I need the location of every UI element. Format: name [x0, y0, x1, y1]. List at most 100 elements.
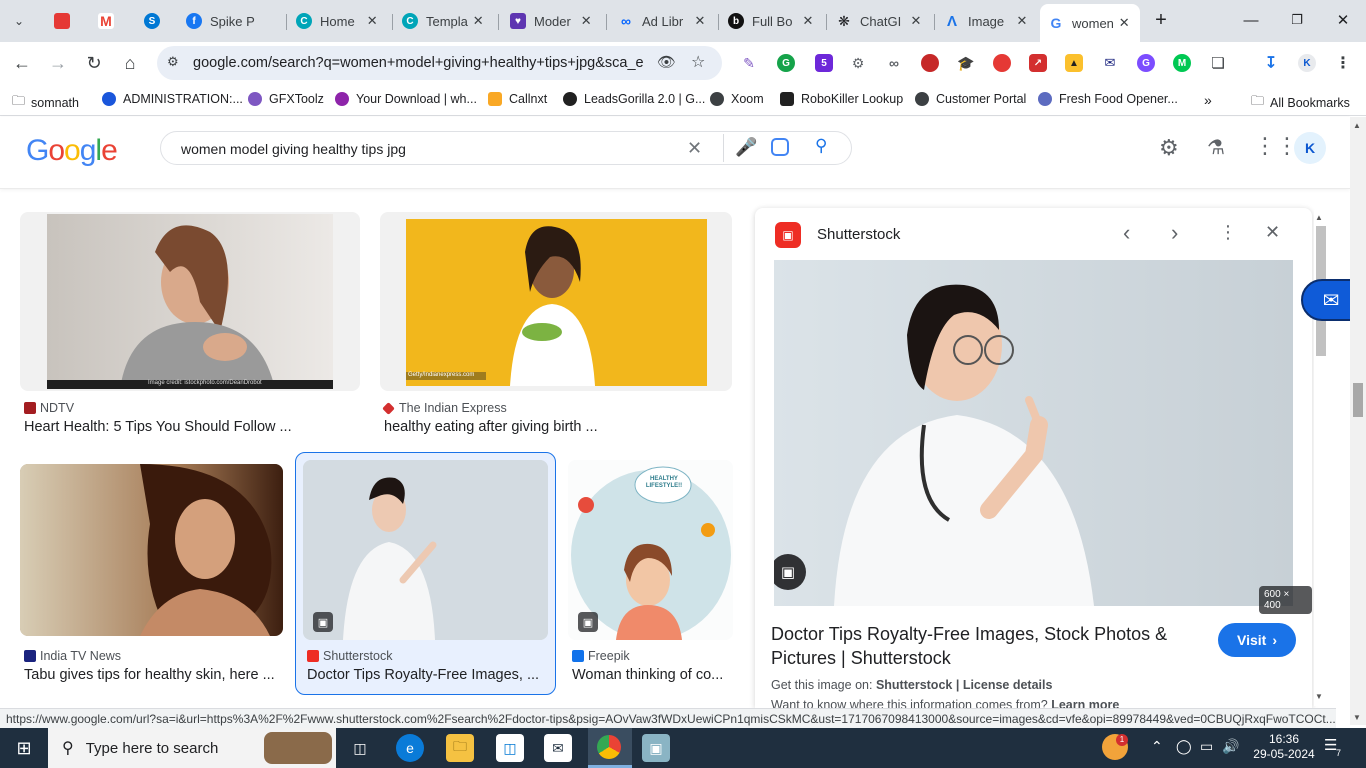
bookmark-item[interactable]: Your Download | wh... [335, 92, 477, 106]
puzzle-icon[interactable]: ❏ [1209, 54, 1227, 72]
restore-button[interactable]: ❐ [1274, 0, 1320, 40]
edge-taskbar-icon[interactable]: e [396, 734, 424, 762]
tab-full-body[interactable]: b Full Bo ✕ [720, 6, 824, 36]
result-source[interactable]: The Indian Express [382, 401, 507, 415]
panel-title[interactable]: Doctor Tips Royalty-Free Images, Stock P… [771, 622, 1191, 670]
bookmarks-overflow[interactable]: » [1204, 92, 1212, 108]
result-thumbnail[interactable]: ▣ [303, 460, 548, 640]
clear-search-icon[interactable]: ✕ [687, 138, 702, 159]
previous-result-button[interactable]: ‹ [1123, 220, 1130, 246]
show-hidden-icons-chevron[interactable]: ⌃ [1151, 738, 1163, 755]
result-title[interactable]: Woman thinking of co... [572, 667, 727, 683]
panel-source[interactable]: Shutterstock [817, 226, 900, 243]
home-button[interactable]: ⌂ [118, 51, 142, 75]
close-window-button[interactable]: ✕ [1320, 0, 1366, 40]
ruler-extension-icon[interactable]: ↗ [1029, 54, 1047, 72]
g-extension-icon[interactable]: G [1137, 54, 1155, 72]
warning-extension-icon[interactable]: ▲ [1065, 54, 1083, 72]
clock[interactable]: 16:36 29-05-2024 [1252, 732, 1316, 762]
page-scrollbar[interactable]: ▲ ▼ [1350, 117, 1366, 725]
result-thumbnail[interactable]: HEALTHY LIFESTYLE!! ▣ [568, 460, 733, 640]
tab-search-button[interactable]: ⌄ [6, 6, 40, 36]
bookmark-item[interactable]: RoboKiller Lookup [780, 92, 903, 106]
more-menu-icon[interactable]: ⋮ [1334, 54, 1352, 72]
close-icon[interactable]: ✕ [1014, 13, 1030, 29]
tab-home[interactable]: C Home ✕ [288, 6, 388, 36]
star-icon[interactable]: ☆ [691, 52, 705, 72]
eye-off-icon[interactable]: 👁 [657, 53, 676, 71]
page-scrollbar-thumb[interactable] [1353, 383, 1363, 417]
license-details-link[interactable]: License details [963, 678, 1053, 692]
next-result-button[interactable]: › [1171, 220, 1178, 246]
result-thumbnail[interactable]: Getty/Indianexpress.com [380, 212, 732, 391]
apps-grid-icon[interactable]: ⋮⋮ [1254, 133, 1298, 159]
search-box[interactable]: women model giving healthy tips jpg ✕ 🎤 … [160, 131, 852, 165]
learn-more-link[interactable]: Learn more [1051, 698, 1119, 708]
close-icon[interactable]: ✕ [365, 13, 380, 29]
preview-image[interactable]: ▣ [774, 260, 1293, 606]
network-icon[interactable]: ▭ [1200, 738, 1213, 755]
tab-modern[interactable]: ♥ Moder ✕ [502, 6, 602, 36]
get-image-source-link[interactable]: Shutterstock [876, 678, 952, 692]
tab-pinned-skype[interactable]: S [136, 6, 172, 36]
search-input[interactable]: women model giving healthy tips jpg [181, 141, 406, 157]
site-info-icon[interactable]: ⚙ [167, 54, 179, 70]
close-panel-button[interactable]: ✕ [1265, 222, 1280, 243]
bookmark-item[interactable]: Customer Portal [915, 92, 1026, 106]
volume-icon[interactable]: 🔊 [1222, 738, 1239, 755]
result-source[interactable]: Shutterstock [307, 649, 392, 663]
windows-start-button[interactable]: ⊞ [10, 734, 38, 762]
visit-button[interactable]: Visit › [1218, 623, 1296, 657]
scroll-up-arrow-icon[interactable]: ▲ [1315, 213, 1323, 222]
result-thumbnail[interactable]: Image credit: istockphoto.com/DeanDrobot [20, 212, 360, 391]
grammarly-icon[interactable]: G [777, 54, 795, 72]
close-icon[interactable]: ✕ [692, 13, 708, 29]
result-source[interactable]: NDTV [24, 401, 74, 415]
record-extension-icon[interactable] [921, 54, 939, 72]
back-button[interactable]: ← [10, 51, 34, 75]
address-bar[interactable]: ⚙ google.com/search?q=women+model+giving… [157, 46, 722, 80]
bookmark-item[interactable]: ADMINISTRATION:... [102, 92, 243, 106]
notification-center-icon[interactable]: ☰ [1324, 736, 1346, 758]
search-icon[interactable]: ⚲ [815, 136, 827, 156]
download-icon[interactable]: ↧ [1262, 54, 1280, 72]
bookmark-item[interactable]: Callnxt [488, 92, 547, 106]
result-source[interactable]: India TV News [24, 649, 121, 663]
microphone-icon[interactable]: 🎤 [735, 137, 757, 158]
meet-now-icon[interactable]: ◯ [1176, 738, 1192, 755]
mail-taskbar-icon[interactable]: ✉ [544, 734, 572, 762]
graduation-cap-icon[interactable]: 🎓 [957, 54, 975, 72]
more-options-icon[interactable]: ⋮ [1219, 222, 1237, 243]
pen-extension-icon[interactable]: ✎ [740, 54, 758, 72]
result-thumbnail[interactable] [20, 464, 283, 636]
forward-button[interactable]: → [46, 51, 70, 75]
labs-flask-icon[interactable]: ⚗ [1207, 135, 1225, 160]
profile-avatar[interactable]: K [1298, 54, 1316, 72]
close-icon[interactable]: ✕ [1117, 15, 1132, 31]
im-extension-icon[interactable]: M [1173, 54, 1191, 72]
bookmark-item[interactable]: LeadsGorilla 2.0 | G... [563, 92, 705, 106]
tab-chatgpt[interactable]: ❋ ChatGI ✕ [828, 6, 932, 36]
task-view-button[interactable]: ◫ [346, 734, 374, 762]
lens-icon[interactable] [771, 138, 789, 156]
pokeball-icon[interactable] [993, 54, 1011, 72]
extension-badge-icon[interactable]: 5 [815, 54, 833, 72]
tab-image[interactable]: Λ Image ✕ [936, 6, 1038, 36]
tab-pinned-gmail[interactable]: M [90, 6, 126, 36]
all-bookmarks[interactable]: 🗀 All Bookmarks [1251, 92, 1350, 114]
scroll-down-arrow-icon[interactable]: ▼ [1353, 713, 1361, 722]
result-title[interactable]: Tabu gives tips for healthy skin, here .… [24, 667, 279, 683]
google-logo[interactable]: Google [26, 134, 118, 168]
tab-spike[interactable]: f Spike P [178, 6, 286, 36]
close-icon[interactable]: ✕ [908, 13, 924, 29]
app-taskbar-icon[interactable]: ▣ [642, 734, 670, 762]
account-avatar[interactable]: K [1294, 132, 1326, 164]
result-title[interactable]: healthy eating after giving birth ... [384, 419, 724, 435]
scroll-up-arrow-icon[interactable]: ▲ [1353, 121, 1361, 130]
mail-extension-icon[interactable]: ✉ [1101, 54, 1119, 72]
taskbar-search[interactable]: ⚲ Type here to search [48, 728, 336, 768]
tab-templates[interactable]: C Templa ✕ [394, 6, 494, 36]
reload-button[interactable]: ↻ [82, 51, 106, 75]
tab-pinned-1[interactable] [46, 6, 82, 36]
minimize-button[interactable]: — [1228, 0, 1274, 40]
